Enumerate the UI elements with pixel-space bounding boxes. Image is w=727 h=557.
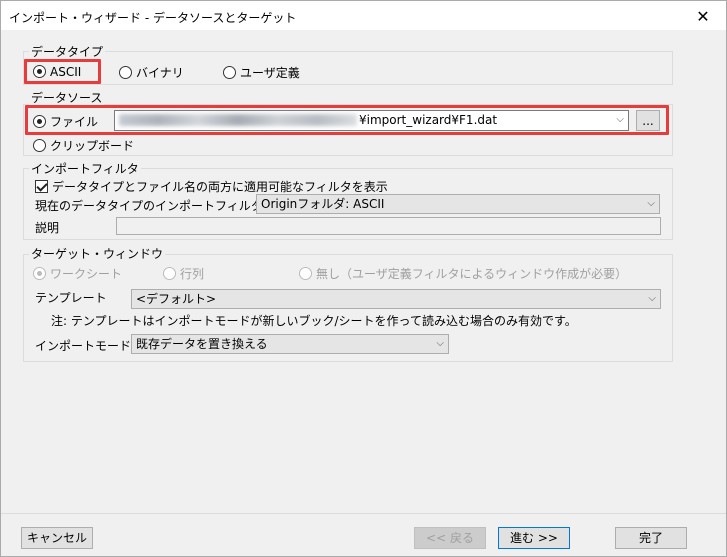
import-mode-label: インポートモード — [35, 339, 132, 353]
description-field — [116, 217, 661, 235]
chevron-down-icon[interactable]: ⌵ — [648, 290, 656, 308]
import-filter-legend: インポートフィルタ — [29, 160, 141, 177]
file-highlight-box — [25, 105, 669, 135]
radio-matrix-indicator[interactable] — [163, 267, 176, 280]
radio-none-indicator[interactable] — [299, 267, 312, 280]
back-button[interactable]: << 戻る — [414, 527, 486, 549]
radio-binary-indicator[interactable] — [119, 66, 132, 79]
finish-button[interactable]: 完了 — [615, 527, 687, 549]
import-mode-value: 既存データを置き換える — [136, 337, 268, 351]
next-button[interactable]: 進む >> — [498, 527, 570, 549]
ascii-highlight-box — [24, 59, 101, 84]
description-label: 説明 — [35, 221, 60, 235]
radio-worksheet-label: ワークシート — [50, 267, 123, 281]
template-label: テンプレート — [35, 291, 107, 305]
target-window-legend: ターゲット・ウィンドウ — [29, 245, 166, 262]
show-applicable-check-indicator[interactable] — [35, 180, 48, 193]
show-applicable-label: データタイプとファイル名の両方に適用可能なフィルタを表示 — [52, 180, 388, 194]
data-source-legend: データソース — [29, 89, 105, 106]
radio-clipboard-label: クリップボード — [50, 139, 135, 153]
radio-worksheet[interactable]: ワークシート — [33, 265, 122, 282]
import-wizard-dialog: インポート・ウィザード - データソースとターゲット ✕ データタイプ ASCI… — [0, 0, 727, 557]
radio-user-defined-indicator[interactable] — [223, 66, 236, 79]
data-type-legend: データタイプ — [29, 43, 106, 60]
template-note: 注: テンプレートはインポートモードが新しいブック/シートを作って読み込む場合の… — [51, 314, 577, 328]
window-title: インポート・ウィザード - データソースとターゲット — [9, 11, 297, 25]
radio-user-defined-label: ユーザ定義 — [240, 66, 300, 80]
radio-clipboard[interactable]: クリップボード — [33, 137, 134, 154]
template-value: <デフォルト> — [136, 292, 217, 306]
import-mode-combo[interactable]: 既存データを置き換える ⌵ — [131, 334, 449, 354]
radio-matrix-label: 行列 — [180, 267, 205, 281]
chevron-down-icon[interactable]: ⌵ — [436, 335, 444, 353]
template-combo[interactable]: <デフォルト> ⌵ — [131, 289, 661, 309]
title-bar: インポート・ウィザード - データソースとターゲット ✕ — [1, 1, 726, 31]
close-icon[interactable]: ✕ — [680, 1, 726, 31]
current-filter-label: 現在のデータタイプのインポートフィルタ — [35, 199, 263, 213]
current-filter-combo[interactable]: Originフォルダ: ASCII ⌵ — [256, 194, 660, 214]
cancel-button[interactable]: キャンセル — [21, 527, 93, 549]
radio-matrix[interactable]: 行列 — [163, 265, 204, 282]
radio-binary-label: バイナリ — [136, 66, 184, 80]
footer-separator — [1, 513, 726, 514]
radio-clipboard-indicator[interactable] — [33, 139, 46, 152]
radio-none-label: 無し（ユーザ定義フィルタによるウィンドウ作成が必要） — [316, 267, 628, 281]
chevron-down-icon[interactable]: ⌵ — [647, 195, 655, 213]
show-applicable-checkbox[interactable]: データタイプとファイル名の両方に適用可能なフィルタを表示 — [35, 178, 388, 195]
current-filter-value: Originフォルダ: ASCII — [261, 197, 385, 211]
radio-user-defined[interactable]: ユーザ定義 — [223, 64, 300, 81]
radio-none[interactable]: 無し（ユーザ定義フィルタによるウィンドウ作成が必要） — [299, 265, 627, 282]
radio-worksheet-indicator[interactable] — [33, 267, 46, 280]
radio-binary[interactable]: バイナリ — [119, 64, 184, 81]
